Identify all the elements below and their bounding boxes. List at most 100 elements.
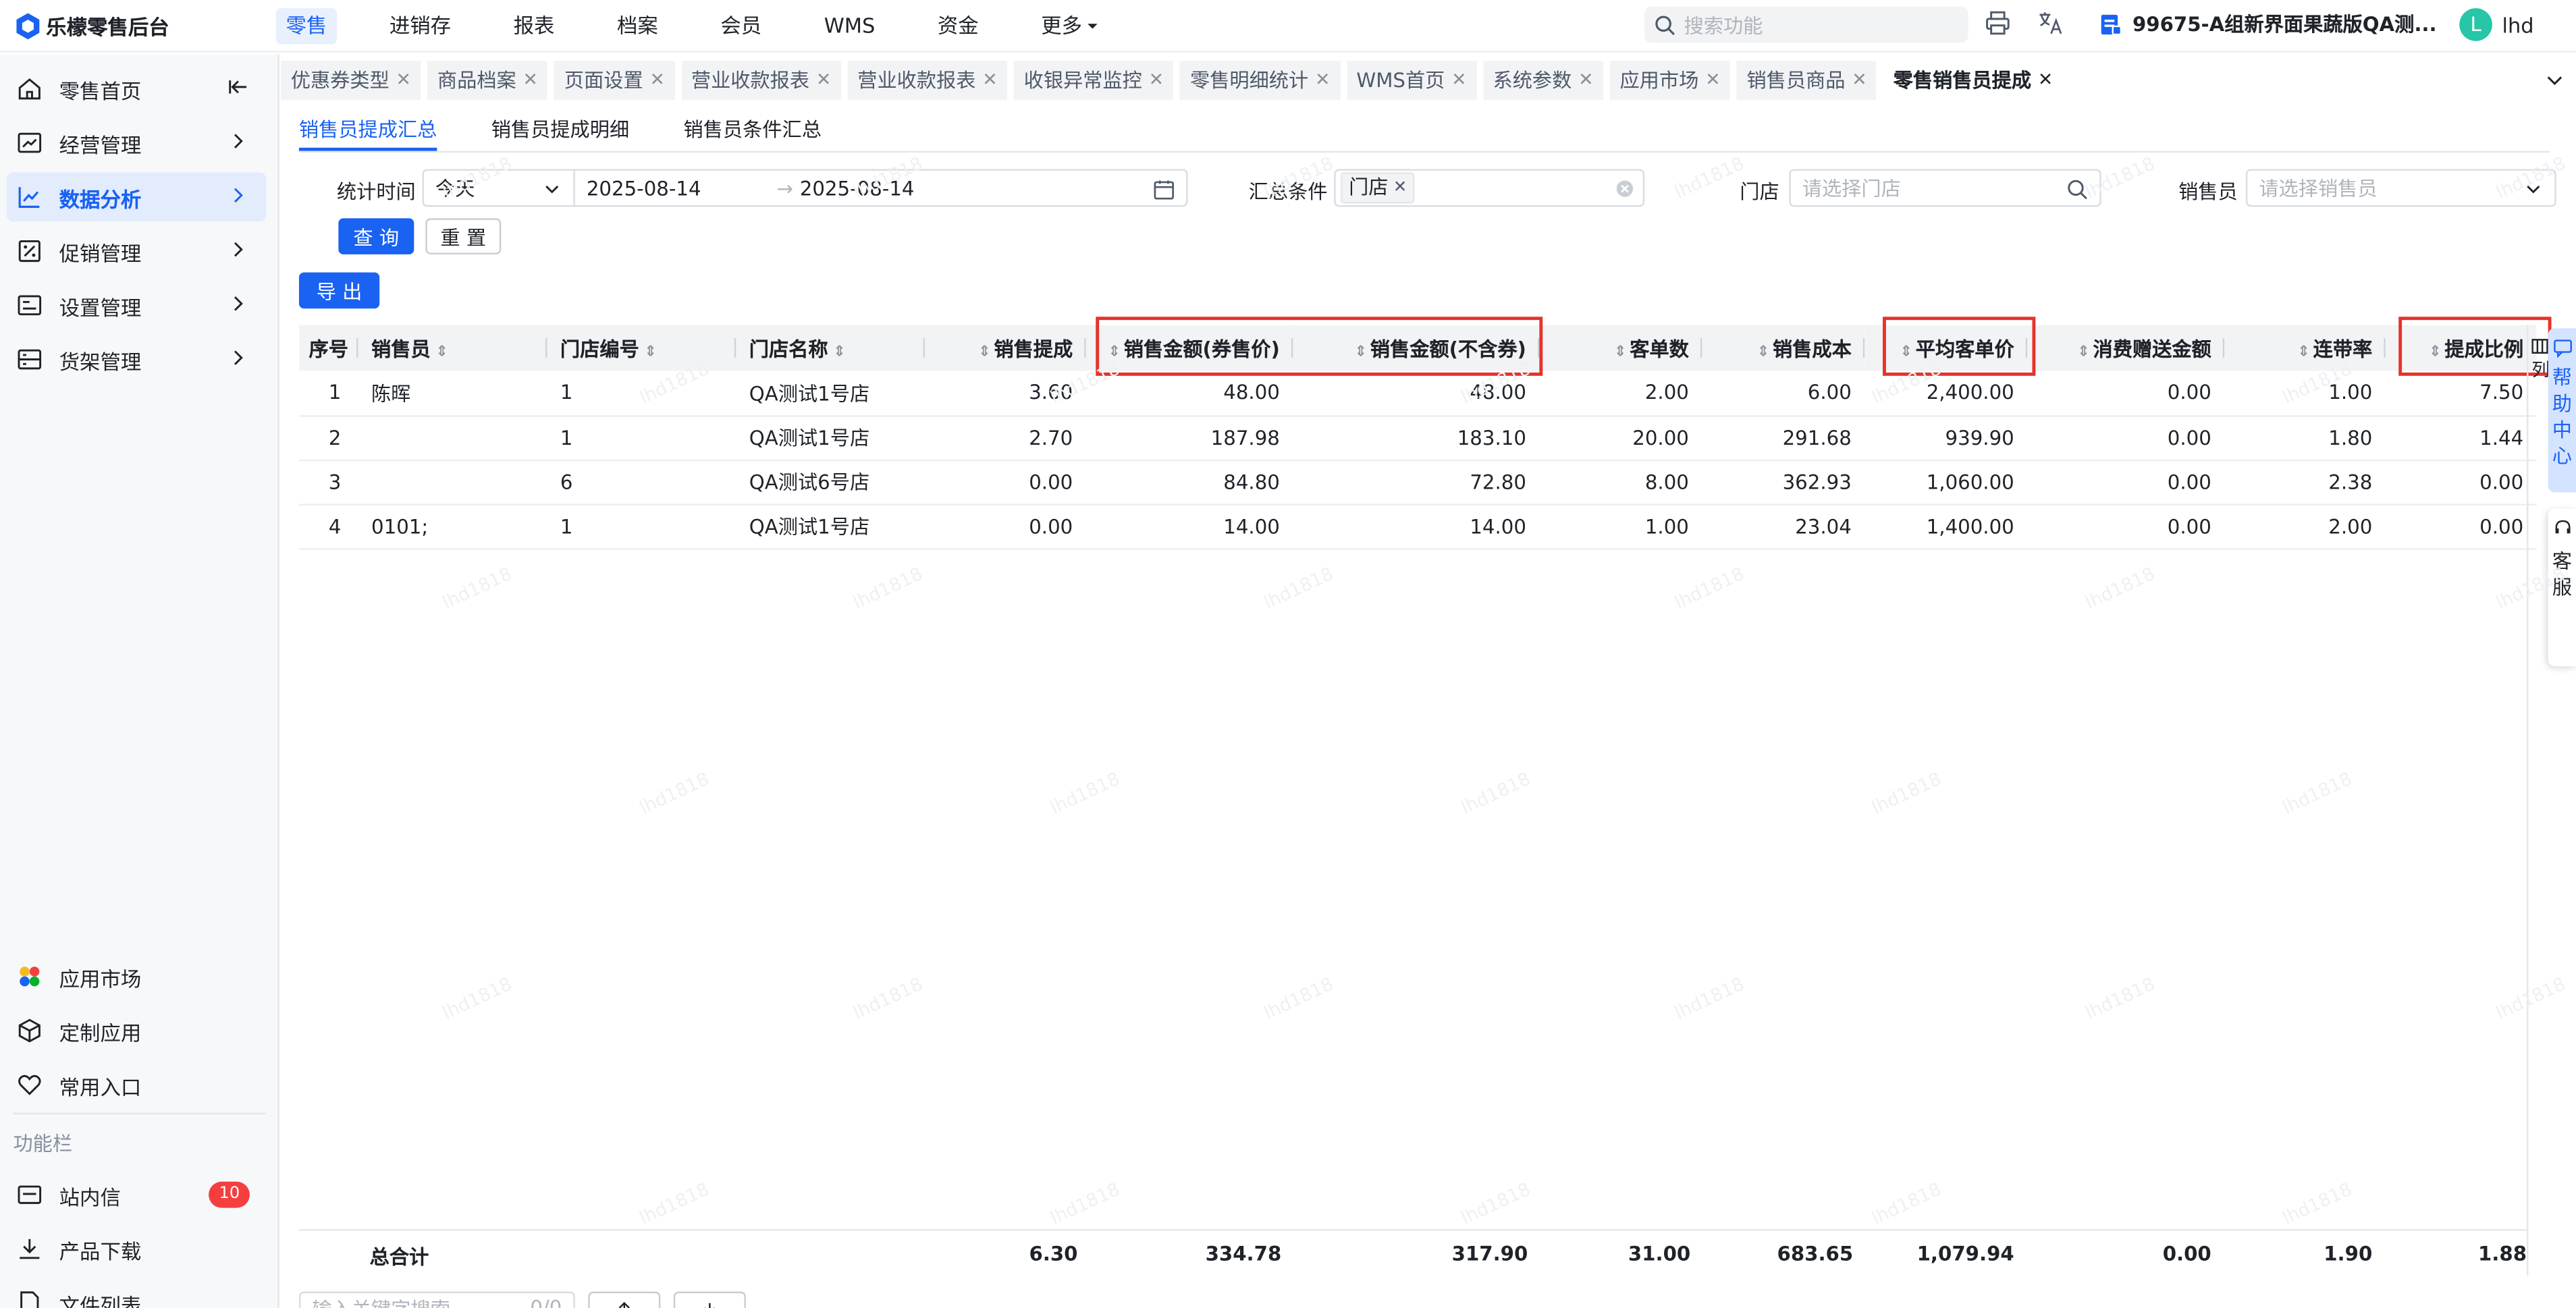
tab-app-market[interactable]: 应用市场 ✕ bbox=[1609, 60, 1731, 101]
close-icon[interactable]: ✕ bbox=[1578, 61, 1593, 100]
function-search-input[interactable]: 搜索功能 bbox=[1644, 6, 1968, 43]
org-switcher[interactable]: 99675-A组新界面果蔬版QA测... bbox=[2099, 10, 2437, 38]
date-range-picker[interactable]: 今天 2025-08-14 → 2025-08-14 bbox=[422, 169, 1188, 207]
col-commission[interactable]: ⇕ 销售提成 bbox=[925, 325, 1086, 371]
reset-button[interactable]: 重 置 bbox=[425, 218, 502, 254]
tab-retail-detail[interactable]: 零售明细统计 ✕ bbox=[1180, 60, 1341, 101]
sidebar-item-retail-home[interactable]: 零售首页 bbox=[7, 64, 267, 113]
column-settings[interactable]: 列 bbox=[2531, 338, 2550, 383]
sort-icon[interactable]: ⇕ bbox=[639, 344, 656, 360]
query-button[interactable]: 查 询 bbox=[338, 218, 414, 254]
translate-icon[interactable] bbox=[2037, 10, 2064, 36]
close-icon[interactable]: ✕ bbox=[816, 61, 831, 100]
print-icon[interactable] bbox=[1985, 10, 2011, 36]
close-icon[interactable]: ✕ bbox=[1451, 61, 1466, 100]
sort-icon[interactable]: ⇕ bbox=[828, 344, 846, 360]
close-icon[interactable]: ✕ bbox=[2038, 61, 2053, 100]
tab-wms-home[interactable]: WMS首页 ✕ bbox=[1346, 60, 1477, 101]
col-order-count[interactable]: ⇕ 客单数 bbox=[1539, 325, 1702, 371]
tabs-expand-icon[interactable] bbox=[2543, 69, 2566, 92]
seller-select[interactable]: 请选择销售员 bbox=[2245, 169, 2556, 207]
sidebar-item-custom-app[interactable]: 定制应用 bbox=[7, 1006, 267, 1056]
collapse-sidebar-icon[interactable] bbox=[227, 76, 250, 99]
sidebar-item-data-analysis[interactable]: 数据分析 bbox=[6, 172, 267, 222]
user-name[interactable]: lhd bbox=[2502, 13, 2534, 37]
search-placeholder: 搜索功能 bbox=[1684, 13, 1763, 37]
tab-page-settings[interactable]: 页面设置 ✕ bbox=[554, 60, 675, 101]
close-icon[interactable]: ✕ bbox=[1852, 61, 1867, 100]
tab-coupon-type[interactable]: 优惠券类型 ✕ bbox=[281, 60, 421, 101]
col-attach-rate[interactable]: ⇕ 连带率 bbox=[2224, 325, 2386, 371]
close-icon[interactable]: ✕ bbox=[1149, 61, 1164, 100]
tab-revenue-report-2[interactable]: 营业收款报表 ✕ bbox=[847, 60, 1008, 101]
sidebar-item-promotion[interactable]: 促销管理 bbox=[7, 227, 267, 276]
col-seller[interactable]: 销售员 ⇕ bbox=[358, 325, 547, 371]
table-cell: 0101; bbox=[358, 503, 547, 549]
app-logo[interactable]: 乐檬零售后台 bbox=[16, 10, 169, 41]
table-row[interactable]: 1 陈晖 1 QA测试1号店 3.60 48.00 48.00 2.00 6.00 2,400.0… bbox=[298, 371, 2537, 416]
sort-icon[interactable]: ⇕ bbox=[1614, 344, 1626, 360]
close-icon[interactable]: ✕ bbox=[649, 61, 664, 100]
nav-item-archive[interactable]: 档案 bbox=[607, 8, 668, 44]
col-store-code[interactable]: 门店编号 ⇕ bbox=[547, 325, 736, 371]
table-row[interactable]: 4 0101; 1 QA测试1号店 0.00 14.00 14.00 1.00 23.04 1,4… bbox=[298, 503, 2537, 549]
date-from[interactable]: 2025-08-14 bbox=[587, 176, 701, 199]
nav-item-member[interactable]: 会员 bbox=[711, 8, 772, 44]
nav-item-funds[interactable]: 资金 bbox=[928, 8, 988, 44]
tab-system-params[interactable]: 系统参数 ✕ bbox=[1482, 60, 1604, 101]
close-icon[interactable]: ✕ bbox=[1315, 61, 1330, 100]
close-icon[interactable]: ✕ bbox=[523, 61, 538, 100]
date-to[interactable]: 2025-08-14 bbox=[800, 176, 915, 199]
col-sales-cost[interactable]: ⇕ 销售成本 bbox=[1702, 325, 1865, 371]
cond-select[interactable]: 门店 ✕ bbox=[1334, 169, 1645, 207]
nav-item-retail[interactable]: 零售 bbox=[275, 8, 337, 45]
table-row[interactable]: 3 6 QA测试6号店 0.00 84.80 72.80 8.00 362.93 1,060.0… bbox=[298, 459, 2537, 505]
help-center-button[interactable]: 帮助中心 bbox=[2548, 328, 2576, 493]
export-button[interactable]: 导 出 bbox=[298, 272, 380, 309]
subtab-commission-summary[interactable]: 销售员提成汇总 bbox=[298, 115, 437, 151]
sidebar-item-app-market[interactable]: 应用市场 bbox=[7, 952, 267, 1001]
total-row: 总合计 6.30 334.78 317.90 31.00 683.65 1,07… bbox=[298, 1229, 2527, 1276]
sidebar-item-favorites[interactable]: 常用入口 bbox=[7, 1060, 267, 1110]
sort-icon[interactable]: ⇕ bbox=[2077, 344, 2089, 360]
tab-seller-products[interactable]: 销售员商品 ✕ bbox=[1736, 60, 1877, 101]
tag-close-icon[interactable]: ✕ bbox=[1393, 174, 1407, 202]
customer-service-button[interactable]: 客服 bbox=[2548, 508, 2576, 667]
sidebar-item-operations[interactable]: 经营管理 bbox=[7, 118, 267, 167]
store-search-input[interactable]: 请选择门店 bbox=[1789, 169, 2101, 207]
prev-match-button[interactable] bbox=[588, 1291, 661, 1308]
sidebar-item-files[interactable]: 文件列表 bbox=[7, 1278, 267, 1308]
sort-icon[interactable]: ⇕ bbox=[1757, 344, 1769, 360]
nav-item-wms[interactable]: WMS bbox=[814, 8, 885, 44]
tab-seller-commission[interactable]: 零售销售员提成 ✕ bbox=[1883, 60, 2063, 101]
clear-icon[interactable] bbox=[1615, 179, 1634, 198]
sidebar-item-shelf[interactable]: 货架管理 bbox=[7, 335, 267, 384]
calendar-icon[interactable] bbox=[1153, 179, 1175, 200]
sort-icon[interactable]: ⇕ bbox=[978, 344, 990, 360]
sidebar-item-inbox[interactable]: 站内信 10 bbox=[7, 1170, 267, 1220]
sidebar-item-settings[interactable]: 设置管理 bbox=[7, 281, 267, 330]
table-cell: 陈晖 bbox=[358, 371, 547, 416]
close-icon[interactable]: ✕ bbox=[982, 61, 997, 100]
sort-icon[interactable]: ⇕ bbox=[431, 344, 448, 360]
search-icon[interactable] bbox=[2067, 179, 2089, 200]
table-row[interactable]: 2 1 QA测试1号店 2.70 187.98 183.10 20.00 291.68 939.… bbox=[298, 415, 2537, 461]
time-range-select[interactable]: 今天 bbox=[424, 170, 575, 205]
tab-revenue-report-1[interactable]: 营业收款报表 ✕ bbox=[681, 60, 841, 101]
tab-cashier-monitor[interactable]: 收银异常监控 ✕ bbox=[1014, 60, 1174, 101]
col-gift-amount[interactable]: ⇕ 消费赠送金额 bbox=[2027, 325, 2225, 371]
subtab-commission-detail[interactable]: 销售员提成明细 bbox=[491, 115, 629, 151]
subtab-condition-summary[interactable]: 销售员条件汇总 bbox=[683, 115, 821, 151]
tab-product-archive[interactable]: 商品档案 ✕ bbox=[427, 60, 548, 101]
nav-item-more[interactable]: 更多 bbox=[1031, 8, 1108, 44]
nav-item-inventory[interactable]: 进销存 bbox=[379, 8, 461, 44]
close-icon[interactable]: ✕ bbox=[1705, 61, 1720, 100]
nav-item-reports[interactable]: 报表 bbox=[504, 8, 564, 44]
sort-icon[interactable]: ⇕ bbox=[2297, 344, 2309, 360]
avatar[interactable]: L bbox=[2459, 8, 2492, 41]
table-keyword-search[interactable]: 输入关键字搜索 0/0 bbox=[298, 1291, 575, 1308]
close-icon[interactable]: ✕ bbox=[396, 61, 411, 100]
col-store-name[interactable]: 门店名称 ⇕ bbox=[736, 325, 925, 371]
next-match-button[interactable] bbox=[673, 1291, 746, 1308]
sidebar-item-download[interactable]: 产品下载 bbox=[7, 1224, 267, 1274]
